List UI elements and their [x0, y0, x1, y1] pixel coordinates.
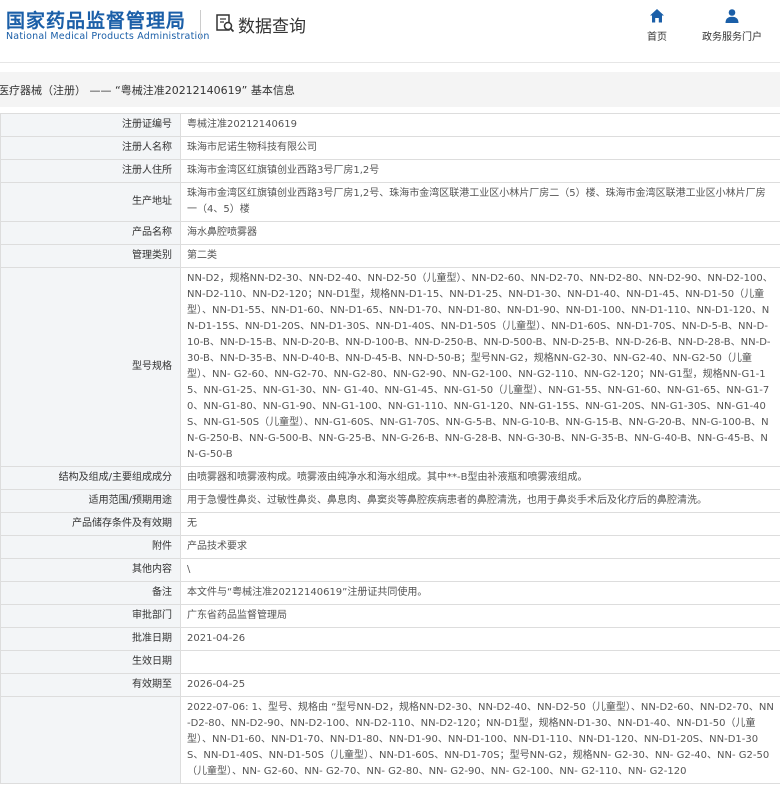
field-value: 本文件与“粤械注准20212140619”注册证共同使用。 — [180, 581, 780, 605]
field-label: 适用范围/预期用途 — [0, 489, 181, 513]
field-value: 2026-04-25 — [180, 673, 780, 697]
site-header: 国家药品监督管理局 National Medical Products Admi… — [0, 0, 780, 70]
field-label: 注册人住所 — [0, 159, 181, 183]
field-label: 附件 — [0, 535, 181, 559]
table-row: 适用范围/预期用途 用于急慢性鼻炎、过敏性鼻炎、鼻息肉、鼻窦炎等鼻腔疾病患者的鼻腔… — [0, 489, 780, 513]
table-row: 2022-07-06: 1、型号、规格由 “型号NN-D2，规格NN-D2-30… — [0, 696, 780, 784]
header-bottom-line — [0, 62, 780, 63]
field-value: \ — [180, 558, 780, 582]
logo-title-en: National Medical Products Administration — [6, 31, 210, 42]
field-value: 珠海市金湾区红旗镇创业西路3号厂房1,2号 — [180, 159, 780, 183]
field-label: 其他内容 — [0, 558, 181, 582]
field-label: 生产地址 — [0, 182, 181, 222]
field-value: 2021-04-26 — [180, 627, 780, 651]
table-row: 批准日期 2021-04-26 — [0, 627, 780, 651]
field-label: 审批部门 — [0, 604, 181, 628]
field-label: 型号规格 — [0, 267, 181, 467]
nav-service-portal[interactable]: 政务服务门户 — [702, 8, 762, 43]
table-row: 注册人住所 珠海市金湾区红旗镇创业西路3号厂房1,2号 — [0, 159, 780, 183]
field-label: 备注 — [0, 581, 181, 605]
breadcrumb: 医疗器械（注册） —— “粤械注准20212140619” 基本信息 — [0, 84, 295, 97]
field-value: 第二类 — [180, 244, 780, 268]
field-label: 结构及组成/主要组成成分 — [0, 466, 181, 490]
nav-home[interactable]: 首页 — [647, 8, 667, 43]
field-value: 广东省药品监督管理局 — [180, 604, 780, 628]
home-icon — [650, 9, 664, 23]
field-value — [180, 650, 780, 674]
field-label: 生效日期 — [0, 650, 181, 674]
document-search-icon — [216, 14, 235, 33]
field-label: 批准日期 — [0, 627, 181, 651]
table-row: 备注 本文件与“粤械注准20212140619”注册证共同使用。 — [0, 581, 780, 605]
nav-home-label: 首页 — [647, 32, 667, 43]
detail-table: 注册证编号 粤械注准20212140619 注册人名称 珠海市尼诺生物科技有限公司 注册… — [0, 113, 780, 784]
table-row: 其他内容 \ — [0, 558, 780, 582]
field-value: 由喷雾器和喷雾液构成。喷雾液由纯净水和海水组成。其中**-B型由补液瓶和喷雾液组… — [180, 466, 780, 490]
header-divider — [200, 10, 201, 40]
field-label: 注册人名称 — [0, 136, 181, 160]
table-row: 产品名称 海水鼻腔喷雾器 — [0, 221, 780, 245]
field-label — [0, 696, 181, 784]
field-value: 珠海市尼诺生物科技有限公司 — [180, 136, 780, 160]
field-value: 用于急慢性鼻炎、过敏性鼻炎、鼻息肉、鼻窦炎等鼻腔疾病患者的鼻腔清洗，也用于鼻炎手… — [180, 489, 780, 513]
data-query-title: 数据查询 — [238, 17, 306, 37]
field-value: 海水鼻腔喷雾器 — [180, 221, 780, 245]
field-label: 产品名称 — [0, 221, 181, 245]
table-row: 附件 产品技术要求 — [0, 535, 780, 559]
field-value: 2022-07-06: 1、型号、规格由 “型号NN-D2，规格NN-D2-30… — [180, 696, 780, 784]
field-value: NN-D2，规格NN-D2-30、NN-D2-40、NN-D2-50（儿童型）、… — [180, 267, 780, 467]
field-label: 管理类别 — [0, 244, 181, 268]
table-row: 注册证编号 粤械注准20212140619 — [0, 113, 780, 137]
field-label: 注册证编号 — [0, 113, 181, 137]
table-row: 结构及组成/主要组成成分 由喷雾器和喷雾液构成。喷雾液由纯净水和海水组成。其中**… — [0, 466, 780, 490]
field-value: 产品技术要求 — [180, 535, 780, 559]
table-row: 型号规格 NN-D2，规格NN-D2-30、NN-D2-40、NN-D2-50（儿… — [0, 267, 780, 467]
table-row: 产品储存条件及有效期无 — [0, 512, 780, 536]
table-row: 审批部门 广东省药品监督管理局 — [0, 604, 780, 628]
nav-service-portal-label: 政务服务门户 — [702, 32, 762, 43]
field-value: 粤械注准20212140619 — [180, 113, 780, 137]
table-row: 注册人名称 珠海市尼诺生物科技有限公司 — [0, 136, 780, 160]
field-label: 有效期至 — [0, 673, 181, 697]
table-row: 生产地址 珠海市金湾区红旗镇创业西路3号厂房1,2号、珠海市金湾区联港工业区小林片… — [0, 182, 780, 222]
field-label: 产品储存条件及有效期 — [0, 512, 181, 536]
logo-title-cn[interactable]: 国家药品监督管理局 — [6, 6, 186, 33]
user-icon — [725, 9, 739, 23]
field-value: 无 — [180, 512, 780, 536]
table-row: 生效日期 — [0, 650, 780, 674]
table-row: 管理类别 第二类 — [0, 244, 780, 268]
table-row: 有效期至 2026-04-25 — [0, 673, 780, 697]
field-value: 珠海市金湾区红旗镇创业西路3号厂房1,2号、珠海市金湾区联港工业区小林片厂房二（… — [180, 182, 780, 222]
